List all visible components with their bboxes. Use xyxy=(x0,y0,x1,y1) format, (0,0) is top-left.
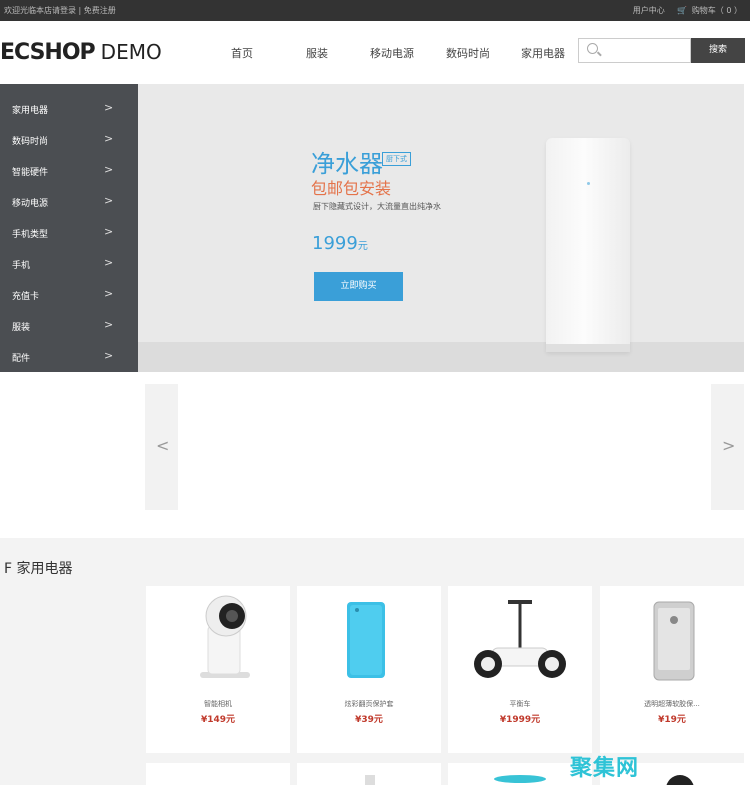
smart-camera-image xyxy=(200,595,250,678)
user-center-link[interactable]: 用户中心 xyxy=(633,6,665,15)
search-input[interactable] xyxy=(578,38,691,63)
hero-banner[interactable]: 净水器 厨下式 包邮包安装 厨下隐藏式设计，大流量直出纯净水 1999元 立即购… xyxy=(138,84,744,372)
top-bar: 欢迎光临本店请登录 | 免费注册 用户中心 🛒 购物车（ 0 ） xyxy=(0,0,750,21)
product-image xyxy=(365,775,375,785)
product-card[interactable]: 平衡车 ¥1999元 xyxy=(448,586,592,753)
phone-case-image xyxy=(347,602,385,678)
sidebar-item-label: 移动电源 xyxy=(12,199,49,209)
login-link[interactable]: 欢迎光临本店请登录 xyxy=(4,6,76,15)
product-name: 透明超薄软胶保... xyxy=(644,700,700,708)
product-card[interactable]: 透明超薄软胶保... ¥19元 xyxy=(600,586,744,753)
product-price: ¥149元 xyxy=(200,715,236,725)
sidebar-item-phone-type[interactable]: 手机类型 > xyxy=(0,217,138,248)
chevron-right-icon: > xyxy=(104,101,114,114)
product-name: 平衡车 xyxy=(509,700,531,708)
nav-item-clothing[interactable]: 服装 xyxy=(306,45,328,61)
product-card[interactable] xyxy=(146,763,290,785)
slide-indicators xyxy=(428,361,458,372)
product-card[interactable]: 智能相机 ¥149元 xyxy=(146,586,290,753)
product-card[interactable]: 炫彩翻页保护套 ¥39元 xyxy=(297,586,441,753)
banner-badge: 厨下式 xyxy=(382,152,411,166)
sidebar-item-label: 智能硬件 xyxy=(12,168,49,178)
chevron-right-icon: > xyxy=(104,225,114,238)
product-price: ¥1999元 xyxy=(499,715,541,725)
product-name: 炫彩翻页保护套 xyxy=(344,700,394,708)
sidebar-item-label: 数码时尚 xyxy=(12,137,49,147)
floor-title: F 家用电器 xyxy=(4,561,73,577)
chevron-right-icon: > xyxy=(722,436,736,455)
product-name: 智能相机 xyxy=(204,700,232,708)
phone-image xyxy=(653,601,695,681)
sidebar-item-label: 充值卡 xyxy=(12,292,40,302)
logo-suffix: DEMO xyxy=(100,40,162,64)
chevron-right-icon: > xyxy=(104,318,114,331)
nav-item-power-bank[interactable]: 移动电源 xyxy=(370,45,414,61)
sidebar-item-label: 家用电器 xyxy=(12,106,49,116)
banner-price: 1999元 xyxy=(312,233,368,254)
sidebar-item-label: 服装 xyxy=(12,323,31,333)
chevron-left-icon: < xyxy=(156,436,170,455)
register-link[interactable]: 免费注册 xyxy=(84,6,116,15)
carousel-next-button[interactable]: > xyxy=(711,384,744,510)
chevron-right-icon: > xyxy=(104,349,114,362)
chevron-right-icon: > xyxy=(104,163,114,176)
chevron-right-icon: > xyxy=(104,256,114,269)
banner-price-unit: 元 xyxy=(357,241,368,252)
sidebar-item-appliances[interactable]: 家用电器 > xyxy=(0,93,138,124)
banner-title: 净水器 xyxy=(311,150,383,178)
sidebar-item-accessories[interactable]: 配件 > xyxy=(0,341,138,372)
product-price: ¥39元 xyxy=(355,715,383,725)
buy-now-button[interactable]: 立即购买 xyxy=(314,272,403,301)
chevron-right-icon: > xyxy=(104,132,114,145)
category-sidebar: 家用电器 > 数码时尚 > 智能硬件 > 移动电源 > 手机类型 > 手机 > 充值卡 > 服… xyxy=(0,84,138,372)
sidebar-item-label: 手机 xyxy=(12,261,31,271)
water-purifier-image xyxy=(546,138,630,352)
purifier-base xyxy=(546,344,630,352)
header: ECSHOP DEMO 首页 服装 移动电源 数码时尚 家用电器 搜索 xyxy=(0,21,750,84)
chevron-right-icon: > xyxy=(104,287,114,300)
sidebar-item-label: 手机类型 xyxy=(12,230,49,240)
product-card[interactable] xyxy=(297,763,441,785)
top-bar-left: 欢迎光临本店请登录 | 免费注册 xyxy=(4,5,116,16)
carousel-prev-button[interactable]: < xyxy=(145,384,178,510)
nav-item-digital[interactable]: 数码时尚 xyxy=(446,45,490,61)
nav-item-appliances[interactable]: 家用电器 xyxy=(521,45,565,61)
product-price: ¥19元 xyxy=(658,715,686,725)
indicator-light xyxy=(587,182,590,185)
search-icon xyxy=(587,43,598,54)
chevron-right-icon: > xyxy=(104,194,114,207)
sidebar-item-label: 配件 xyxy=(12,354,31,364)
sidebar-item-power-bank[interactable]: 移动电源 > xyxy=(0,186,138,217)
cart-link[interactable]: 🛒 购物车（ 0 ） xyxy=(677,6,742,15)
watermark-logo: 聚集网 xyxy=(570,756,640,781)
search-button[interactable]: 搜索 xyxy=(691,38,745,63)
sidebar-item-smart-hardware[interactable]: 智能硬件 > xyxy=(0,155,138,186)
cart-label: 购物车（ 0 ） xyxy=(691,6,742,15)
banner-price-value: 1999 xyxy=(312,233,358,254)
banner-subtitle: 包邮包安装 xyxy=(311,179,392,198)
cart-icon: 🛒 xyxy=(677,6,688,15)
logo-brand: ECSHOP xyxy=(0,40,96,65)
balance-scooter-image xyxy=(474,600,566,678)
site-logo[interactable]: ECSHOP DEMO xyxy=(0,40,162,65)
top-bar-right: 用户中心 🛒 购物车（ 0 ） xyxy=(623,5,742,16)
banner-description: 厨下隐藏式设计，大流量直出纯净水 xyxy=(313,202,441,211)
sidebar-item-digital[interactable]: 数码时尚 > xyxy=(0,124,138,155)
sidebar-item-recharge-card[interactable]: 充值卡 > xyxy=(0,279,138,310)
sidebar-item-phone[interactable]: 手机 > xyxy=(0,248,138,279)
nav-item-home[interactable]: 首页 xyxy=(231,45,253,61)
sidebar-item-clothing[interactable]: 服装 > xyxy=(0,310,138,341)
